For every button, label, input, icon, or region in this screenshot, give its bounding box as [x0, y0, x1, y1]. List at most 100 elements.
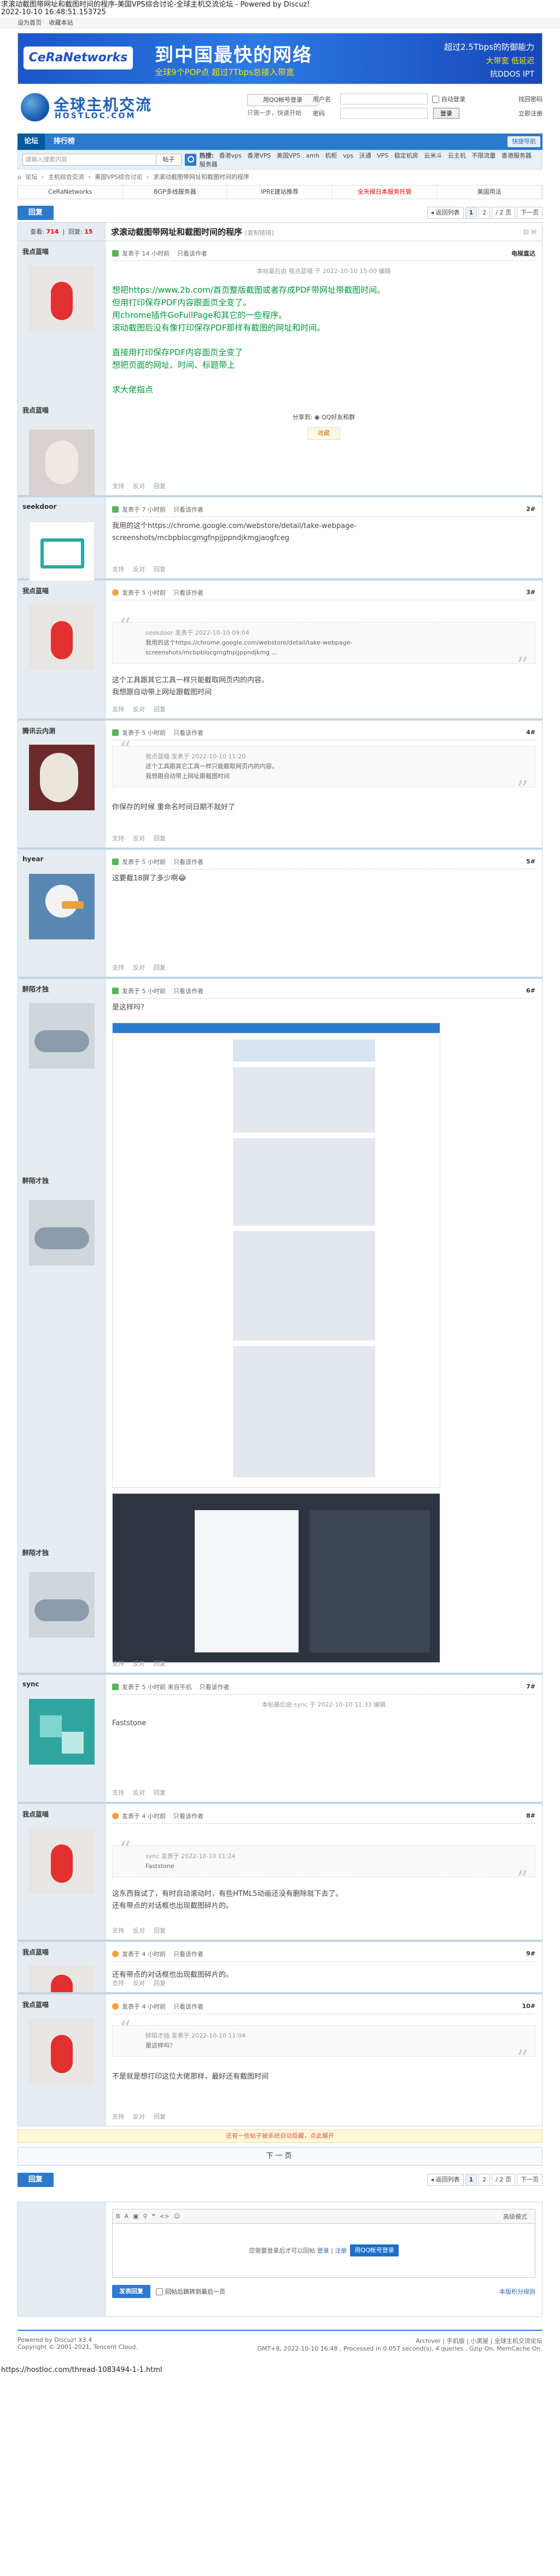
screenshot-image[interactable] [112, 1493, 440, 1663]
page-1[interactable]: 1 [465, 207, 477, 219]
jump-last-checkbox[interactable] [156, 2288, 163, 2295]
reply-post-button[interactable]: 回复 [154, 481, 166, 490]
next-page-link[interactable]: 下一页 [517, 2174, 542, 2186]
screenshot-image[interactable] [112, 1023, 440, 1488]
author-name[interactable]: 我点蓝喵 [22, 405, 49, 416]
reply-post-button[interactable]: 回复 [154, 2112, 166, 2121]
support-button[interactable]: 支持 [112, 565, 124, 573]
reply-post-button[interactable]: 回复 [154, 705, 166, 713]
hot-search-item[interactable]: 香港服务器 [501, 152, 532, 159]
reply-post-button[interactable]: 回复 [154, 1659, 166, 1668]
support-button[interactable]: 支持 [112, 963, 124, 972]
oppose-button[interactable]: 反对 [133, 1926, 145, 1935]
login-button[interactable]: 登录 [433, 108, 459, 119]
quote-header[interactable]: sync 发表于 2022-10-10 11:24 [145, 1852, 513, 1861]
only-author-link[interactable]: 只看该作者 [200, 1682, 230, 1691]
hot-search-item[interactable]: 稳定机房 [394, 152, 418, 159]
hot-search-item[interactable]: 沃通 [359, 152, 371, 159]
reply-button[interactable]: 回复 [18, 206, 54, 220]
oppose-button[interactable]: 反对 [133, 1659, 145, 1668]
only-author-link[interactable]: 只看该作者 [173, 505, 203, 514]
reply-post-button[interactable]: 回复 [154, 1788, 166, 1797]
oppose-button[interactable]: 反对 [133, 1979, 145, 1987]
hot-search-item[interactable]: 云主机 [448, 152, 466, 159]
page-1[interactable]: 1 [465, 2174, 477, 2186]
nav-ranking[interactable]: 排行榜 [47, 134, 81, 150]
only-author-link[interactable]: 只看该作者 [173, 1812, 203, 1820]
quote-header[interactable]: 我点蓝喵 发表于 2022-10-10 11:20 [145, 752, 513, 762]
hot-search-item[interactable]: 不限流量 [471, 152, 495, 159]
avatar[interactable] [28, 2018, 95, 2084]
advanced-mode-link[interactable]: 高级模式 [503, 2212, 527, 2221]
avatar[interactable] [28, 1699, 95, 1765]
code-icon[interactable]: <> [159, 2213, 169, 2220]
rules-link[interactable]: 本版积分规则 [499, 2287, 535, 2296]
sponsor-link[interactable]: IPRE建站推荐 [228, 185, 332, 199]
hot-search-item[interactable]: 香港VPS [247, 152, 271, 159]
register-link[interactable]: 立即注册 [518, 109, 542, 118]
quote-icon[interactable]: ❝ [152, 2213, 155, 2220]
support-button[interactable]: 支持 [112, 2112, 124, 2121]
author-name[interactable]: 醉陌才独 [22, 1176, 49, 1187]
author-name[interactable]: 我点蓝喵 [22, 247, 101, 258]
hot-search-item[interactable]: vps [343, 152, 353, 159]
oppose-button[interactable]: 反对 [133, 565, 145, 573]
color-icon[interactable]: A [125, 2213, 129, 2220]
support-button[interactable]: 支持 [112, 481, 124, 490]
register-link[interactable]: 注册 [335, 2246, 347, 2255]
next-page-button[interactable]: 下一页 [18, 2147, 542, 2166]
image-icon[interactable]: ▣ [133, 2213, 138, 2220]
ad-banner[interactable]: CeRaNetworks 到中国最快的网络 全球9个POP点 超过7Tbps总接… [18, 33, 542, 84]
quote-header[interactable]: seekdoor 发表于 2022-10-10 09:04 [145, 628, 513, 638]
author-name[interactable]: 醉陌才独 [22, 984, 101, 995]
footer-links[interactable]: Archiver | 手机版 | 小黑屋 | 全球主机交流论坛 [257, 2336, 542, 2345]
hidden-posts-notice[interactable]: 还有一些帖子被系统自动隐藏，点此展开 [18, 2130, 542, 2143]
only-author-link[interactable]: 只看该作者 [173, 728, 203, 737]
avatar[interactable] [28, 521, 95, 587]
support-button[interactable]: 支持 [112, 1788, 124, 1797]
only-author-link[interactable]: 只看该作者 [177, 249, 207, 258]
reply-post-button[interactable]: 回复 [154, 834, 166, 843]
avatar[interactable] [29, 430, 95, 495]
only-author-link[interactable]: 只看该作者 [173, 1950, 203, 1958]
search-icon[interactable] [184, 153, 196, 166]
oppose-button[interactable]: 反对 [133, 963, 145, 972]
forgot-password-link[interactable]: 找回密码 [518, 95, 542, 103]
bold-icon[interactable]: B [116, 2213, 120, 2220]
hot-search-item[interactable]: 机柜 [325, 152, 337, 159]
favorite-button[interactable]: 收藏 [307, 427, 340, 440]
reply-post-button[interactable]: 回复 [154, 565, 166, 573]
breadcrumb-thread[interactable]: 求滚动截图带网址和截图时间的程序 [153, 173, 249, 181]
back-to-list-link[interactable]: ◂ 返回列表 [427, 2174, 464, 2186]
sponsor-link[interactable]: BGP多线服务器 [123, 185, 228, 199]
search-scope-select[interactable]: 帖子 [155, 153, 182, 166]
avatar[interactable] [28, 265, 95, 331]
avatar[interactable] [29, 1572, 95, 1638]
support-button[interactable]: 支持 [112, 705, 124, 713]
nav-forum[interactable]: 论坛 [18, 134, 45, 150]
site-logo[interactable]: 全球主机交流 HOSTLOC.COM [21, 92, 152, 123]
sponsor-link[interactable]: 全天候日本服务托管 [332, 185, 438, 199]
page-2[interactable]: 2 [479, 2174, 491, 2186]
hot-search-item[interactable]: amh [306, 152, 319, 159]
author-name[interactable]: 我点蓝喵 [22, 1809, 101, 1820]
smiley-icon[interactable]: ☺ [174, 2213, 180, 2220]
author-name[interactable]: sync [22, 1680, 101, 1691]
only-author-link[interactable]: 只看该作者 [173, 588, 203, 597]
support-button[interactable]: 支持 [112, 1926, 124, 1935]
password-input[interactable] [340, 108, 428, 119]
avatar[interactable] [28, 1003, 95, 1069]
breadcrumb-board[interactable]: 美国VPS综合讨论 [95, 173, 142, 181]
username-input[interactable] [340, 94, 428, 105]
only-author-link[interactable]: 只看该作者 [173, 987, 203, 995]
copy-link[interactable]: [复制链接] [245, 229, 274, 236]
back-to-list-link[interactable]: ◂ 返回列表 [427, 207, 464, 219]
oppose-button[interactable]: 反对 [133, 2112, 145, 2121]
oppose-button[interactable]: 反对 [133, 481, 145, 490]
reply-textarea[interactable]: 您需要登录后才可以回帖 登录 | 注册 用QQ帐号登录 [112, 2223, 535, 2278]
author-name[interactable]: 我点蓝喵 [22, 2000, 101, 2011]
quick-nav-button[interactable]: 快捷导航 [508, 136, 540, 147]
hot-search-item[interactable]: 服务器 [200, 161, 218, 168]
submit-reply-button[interactable]: 发表回复 [112, 2285, 150, 2298]
support-button[interactable]: 支持 [112, 1979, 124, 1987]
